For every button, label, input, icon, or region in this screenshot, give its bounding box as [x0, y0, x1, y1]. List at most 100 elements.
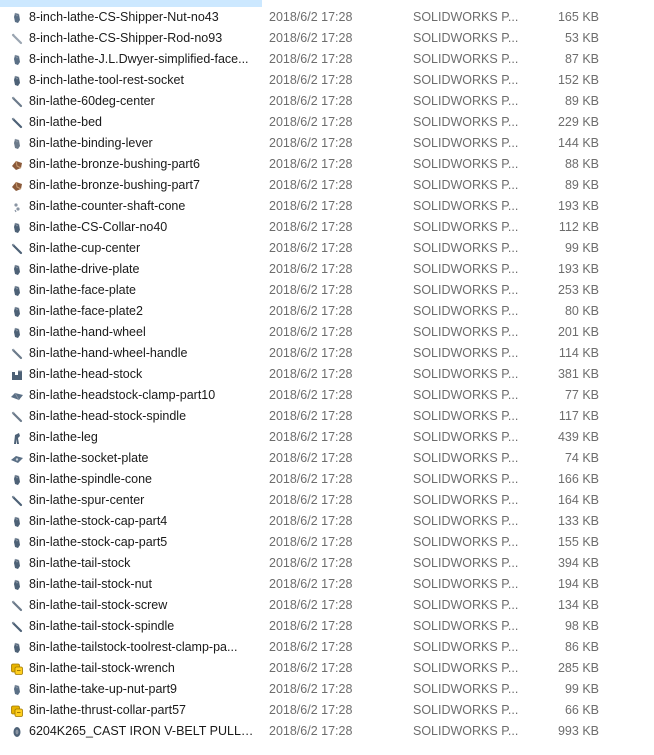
file-type: SOLIDWORKS P... — [413, 178, 519, 192]
file-date-modified: 2018/6/2 17:28 — [269, 10, 353, 24]
file-name: 8in-lathe-tail-stock-nut — [29, 577, 152, 591]
file-size: 201 KB — [557, 325, 599, 339]
file-size: 77 KB — [564, 388, 599, 402]
part-icon — [9, 10, 24, 25]
file-row[interactable]: 8in-lathe-head-stock-spindle 2018/6/2 17:… — [0, 406, 654, 427]
file-size: 194 KB — [557, 577, 599, 591]
file-row[interactable]: 8in-lathe-tailstock-toolrest-clamp-pa...… — [0, 637, 654, 658]
file-row[interactable]: 8in-lathe-spur-center 2018/6/2 17:28 SOLID… — [0, 490, 654, 511]
file-row[interactable]: 8in-lathe-tail-stock 2018/6/2 17:28 SOLIDW… — [0, 553, 654, 574]
file-row[interactable]: 8in-lathe-counter-shaft-cone 2018/6/2 17:… — [0, 196, 654, 217]
file-date-modified: 2018/6/2 17:28 — [269, 94, 353, 108]
file-row[interactable]: 8in-lathe-tail-stock-nut 2018/6/2 17:28 SO… — [0, 574, 654, 595]
file-date-modified: 2018/6/2 17:28 — [269, 556, 353, 570]
file-row[interactable]: 8in-lathe-face-plate2 2018/6/2 17:28 SOLID… — [0, 301, 654, 322]
file-size: 112 KB — [558, 220, 599, 234]
file-size: 117 KB — [558, 409, 599, 423]
rod-part-icon — [9, 409, 24, 424]
file-name: 8in-lathe-tailstock-toolrest-clamp-pa... — [29, 640, 238, 654]
file-name: 8in-lathe-stock-cap-part4 — [29, 514, 168, 528]
file-size: 80 KB — [564, 304, 599, 318]
file-type: SOLIDWORKS P... — [413, 136, 519, 150]
file-type: SOLIDWORKS P... — [413, 10, 519, 24]
file-row[interactable]: 8in-lathe-leg 2018/6/2 17:28 SOLIDWORKS P.… — [0, 427, 654, 448]
file-row[interactable]: 8in-lathe-take-up-nut-part9 2018/6/2 17:2… — [0, 679, 654, 700]
file-row[interactable]: 8in-lathe-bronze-bushing-part7 2018/6/2 1… — [0, 175, 654, 196]
file-size: 993 KB — [557, 724, 599, 738]
file-size: 193 KB — [557, 262, 599, 276]
part-icon — [9, 535, 24, 550]
file-row[interactable]: 8in-lathe-binding-lever 2018/6/2 17:28 SOL… — [0, 133, 654, 154]
file-type: SOLIDWORKS P... — [413, 31, 519, 45]
headstock-part-icon — [9, 367, 24, 382]
file-row[interactable]: 8-inch-lathe-CS-Shipper-Nut-no43 2018/6/2… — [0, 7, 654, 28]
file-size: 89 KB — [564, 178, 599, 192]
file-row[interactable]: 8in-lathe-drive-plate 2018/6/2 17:28 SOLID… — [0, 259, 654, 280]
file-type: SOLIDWORKS P... — [413, 451, 519, 465]
file-date-modified: 2018/6/2 17:28 — [269, 535, 353, 549]
file-date-modified: 2018/6/2 17:28 — [269, 325, 353, 339]
file-size: 439 KB — [557, 430, 599, 444]
file-type: SOLIDWORKS P... — [413, 661, 519, 675]
file-name: 8in-lathe-spindle-cone — [29, 472, 152, 486]
file-row[interactable]: 8-inch-lathe-J.L.Dwyer-simplified-face..… — [0, 49, 654, 70]
file-row[interactable]: 8in-lathe-tail-stock-spindle 2018/6/2 17:… — [0, 616, 654, 637]
file-row[interactable]: 8in-lathe-60deg-center 2018/6/2 17:28 SOLI… — [0, 91, 654, 112]
file-type: SOLIDWORKS P... — [413, 493, 519, 507]
file-row[interactable]: 6204K265_CAST IRON V-BELT PULLEY 2018/6/2… — [0, 721, 654, 742]
file-row[interactable]: 8in-lathe-tail-stock-wrench 2018/6/2 17:2… — [0, 658, 654, 679]
file-row[interactable]: 8in-lathe-head-stock 2018/6/2 17:28 SOLIDW… — [0, 364, 654, 385]
file-size: 99 KB — [564, 682, 599, 696]
file-date-modified: 2018/6/2 17:28 — [269, 136, 353, 150]
file-row[interactable]: 8in-lathe-CS-Collar-no40 2018/6/2 17:28 SO… — [0, 217, 654, 238]
part-icon — [9, 73, 24, 88]
file-row[interactable]: 8in-lathe-face-plate 2018/6/2 17:28 SOLIDW… — [0, 280, 654, 301]
file-row[interactable]: 8in-lathe-hand-wheel 2018/6/2 17:28 SOLIDW… — [0, 322, 654, 343]
file-name: 8in-lathe-bed — [29, 115, 102, 129]
part-icon — [9, 556, 24, 571]
part-icon — [9, 514, 24, 529]
file-row[interactable]: 8in-lathe-spindle-cone 2018/6/2 17:28 SOLI… — [0, 469, 654, 490]
file-size: 99 KB — [564, 241, 599, 255]
assembly-icon — [9, 661, 24, 676]
file-size: 165 KB — [557, 10, 599, 24]
file-type: SOLIDWORKS P... — [413, 199, 519, 213]
file-size: 66 KB — [564, 703, 599, 717]
file-date-modified: 2018/6/2 17:28 — [269, 178, 353, 192]
file-row[interactable]: 8in-lathe-hand-wheel-handle 2018/6/2 17:2… — [0, 343, 654, 364]
file-type: SOLIDWORKS P... — [413, 73, 519, 87]
file-row[interactable]: 8in-lathe-bronze-bushing-part6 2018/6/2 1… — [0, 154, 654, 175]
file-type: SOLIDWORKS P... — [413, 535, 519, 549]
file-size: 155 KB — [557, 535, 599, 549]
file-row[interactable]: 8in-lathe-cup-center 2018/6/2 17:28 SOLIDW… — [0, 238, 654, 259]
selected-row-fragment[interactable] — [0, 0, 262, 7]
part-icon — [9, 304, 24, 319]
file-row[interactable]: 8in-lathe-stock-cap-part5 2018/6/2 17:28 S… — [0, 532, 654, 553]
file-name: 8in-lathe-hand-wheel-handle — [29, 346, 188, 360]
file-row[interactable]: 8in-lathe-socket-plate 2018/6/2 17:28 SOLI… — [0, 448, 654, 469]
file-name: 8in-lathe-hand-wheel — [29, 325, 146, 339]
file-date-modified: 2018/6/2 17:28 — [269, 703, 353, 717]
file-type: SOLIDWORKS P... — [413, 220, 519, 234]
file-date-modified: 2018/6/2 17:28 — [269, 367, 353, 381]
file-type: SOLIDWORKS P... — [413, 346, 519, 360]
file-type: SOLIDWORKS P... — [413, 640, 519, 654]
file-row[interactable]: 8in-lathe-tail-stock-screw 2018/6/2 17:28… — [0, 595, 654, 616]
file-size: 193 KB — [557, 199, 599, 213]
file-row[interactable]: 8-inch-lathe-tool-rest-socket 2018/6/2 17… — [0, 70, 654, 91]
file-size: 253 KB — [557, 283, 599, 297]
file-row[interactable]: 8-inch-lathe-CS-Shipper-Rod-no93 2018/6/2… — [0, 28, 654, 49]
file-date-modified: 2018/6/2 17:28 — [269, 388, 353, 402]
bronze-part-icon — [9, 157, 24, 172]
file-row[interactable]: 8in-lathe-stock-cap-part4 2018/6/2 17:28 S… — [0, 511, 654, 532]
file-name: 8in-lathe-head-stock-spindle — [29, 409, 187, 423]
file-size: 98 KB — [564, 619, 599, 633]
file-size: 152 KB — [557, 73, 599, 87]
file-size: 89 KB — [564, 94, 599, 108]
file-type: SOLIDWORKS P... — [413, 94, 519, 108]
bronze-part-icon — [9, 178, 24, 193]
file-type: SOLIDWORKS P... — [413, 556, 519, 570]
file-row[interactable]: 8in-lathe-headstock-clamp-part10 2018/6/2… — [0, 385, 654, 406]
file-row[interactable]: 8in-lathe-bed 2018/6/2 17:28 SOLIDWORKS P.… — [0, 112, 654, 133]
file-row[interactable]: 8in-lathe-thrust-collar-part57 2018/6/2 1… — [0, 700, 654, 721]
